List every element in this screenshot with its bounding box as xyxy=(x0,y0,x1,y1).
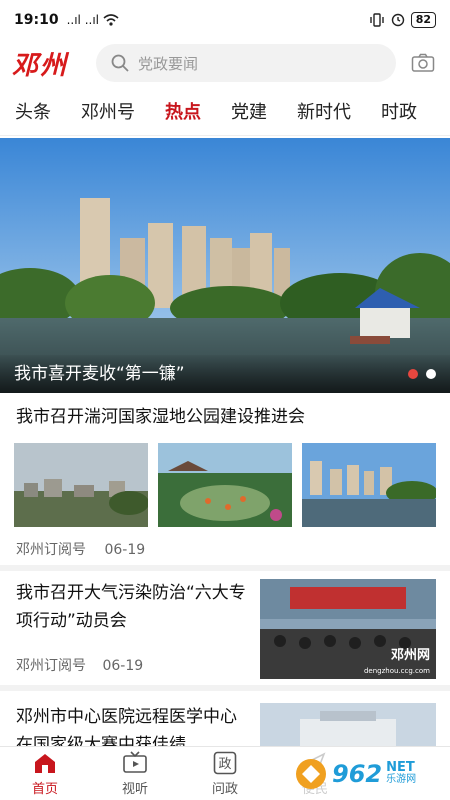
news-thumbnail xyxy=(260,703,436,747)
tv-icon xyxy=(123,751,147,773)
tab-dengzhouhao[interactable]: 邓州号 xyxy=(66,90,150,136)
search-icon xyxy=(111,54,129,72)
news-meta: 邓州订阅号 06-19 xyxy=(0,527,450,559)
home-icon xyxy=(35,754,55,773)
camera-button[interactable] xyxy=(408,48,438,78)
news-title: 我市召开湍河国家湿地公园建设推进会 xyxy=(16,407,305,427)
category-tabs: 头条 邓州号 热点 党建 新时代 时政 xyxy=(0,90,450,136)
nav-label: 问政 xyxy=(211,782,238,797)
news-source: 邓州订阅号 xyxy=(16,542,86,558)
status-time: 19:10 xyxy=(14,12,59,28)
camera-icon xyxy=(411,53,435,72)
news-date: 06-19 xyxy=(102,658,144,674)
tab-toutiao[interactable]: 头条 xyxy=(0,90,66,136)
wifi-icon xyxy=(103,14,119,26)
watermark-sub: 乐游网 xyxy=(386,774,417,785)
vibrate-icon xyxy=(369,13,384,27)
nav-label: 首页 xyxy=(31,782,58,797)
battery-indicator: 82 xyxy=(410,12,436,28)
news-thumbnail xyxy=(302,443,436,527)
watermark-brand: 962 xyxy=(332,760,383,788)
image-watermark-sub: dengzhou.ccg.com xyxy=(363,667,430,675)
signal-icon: ..ıl ..ıl xyxy=(66,13,99,27)
news-date: 06-19 xyxy=(104,542,146,558)
image-watermark: 邓州网 xyxy=(390,648,430,663)
news-title: 邓州市中心医院远程医学中心在国家级大赛中获佳绩 xyxy=(16,707,237,747)
news-item[interactable]: 我市召开大气污染防治“六大专项行动”动员会 邓州订阅号 06-19 邓州网 de… xyxy=(0,571,450,691)
carousel-dots xyxy=(408,369,436,379)
tab-politics[interactable]: 时政 xyxy=(366,90,432,136)
nav-inquiry[interactable]: 政 问政 xyxy=(180,747,270,800)
news-title: 我市召开大气污染防治“六大专项行动”动员会 xyxy=(16,583,246,631)
svg-text:政: 政 xyxy=(218,757,231,772)
news-meta: 邓州订阅号 06-19 xyxy=(16,655,250,675)
site-watermark: 962 NET 乐游网 xyxy=(294,752,444,796)
news-source: 邓州订阅号 xyxy=(16,658,86,674)
carousel-dot-2[interactable] xyxy=(426,369,436,379)
search-bar[interactable]: 党政要闻 xyxy=(96,44,396,82)
banner-carousel[interactable]: 我市喜开麦收“第一镰” xyxy=(0,138,450,393)
search-placeholder: 党政要闻 xyxy=(138,54,199,73)
nav-video[interactable]: 视听 xyxy=(90,747,180,800)
news-thumbnail xyxy=(14,443,148,527)
news-thumbnail: 邓州网 dengzhou.ccg.com xyxy=(260,579,436,679)
nav-home[interactable]: 首页 xyxy=(0,747,90,800)
alarm-icon xyxy=(391,13,404,27)
app-header: 邓州 党政要闻 xyxy=(0,40,450,86)
zheng-icon: 政 xyxy=(213,751,237,775)
news-item[interactable]: 邓州市中心医院远程医学中心在国家级大赛中获佳绩 xyxy=(0,697,450,747)
tab-new-era[interactable]: 新时代 xyxy=(282,90,366,136)
news-thumbnail xyxy=(158,443,292,527)
carousel-dot-1[interactable] xyxy=(408,369,418,379)
watermark-logo-icon xyxy=(296,759,326,789)
status-bar: 19:10 ..ıl ..ıl 82 xyxy=(0,0,450,40)
tab-party[interactable]: 党建 xyxy=(216,90,282,136)
watermark-brand-suffix: NET xyxy=(386,760,415,775)
tab-hot[interactable]: 热点 xyxy=(150,90,216,136)
nav-label: 视听 xyxy=(121,782,148,797)
news-item[interactable]: 我市召开湍河国家湿地公园建设推进会 邓州订阅号 06-19 xyxy=(0,393,450,571)
banner-caption: 我市喜开麦收“第一镰” xyxy=(0,355,450,393)
app-logo[interactable]: 邓州 xyxy=(12,45,82,82)
